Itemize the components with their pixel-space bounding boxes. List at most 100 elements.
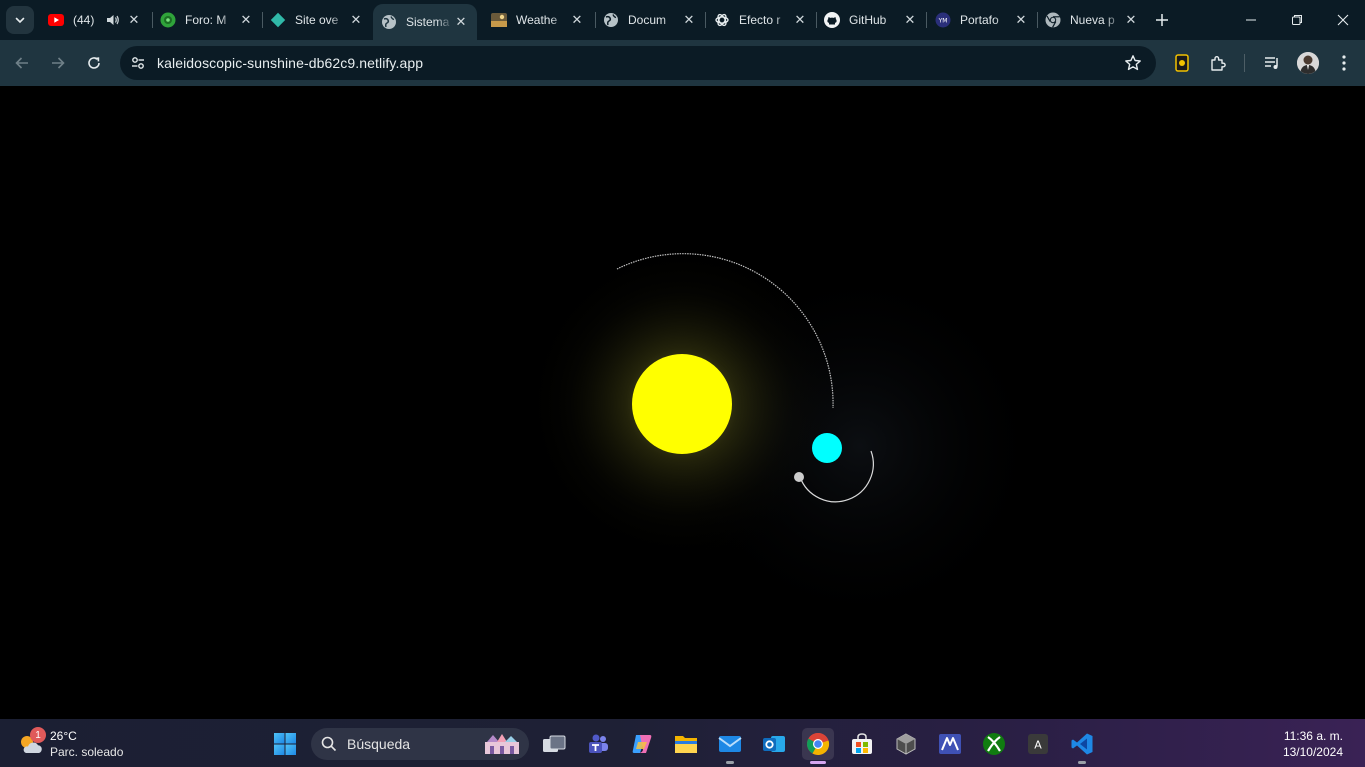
reload-button[interactable] — [80, 49, 108, 77]
active-indicator — [810, 761, 826, 764]
moon — [794, 472, 804, 482]
outlook-icon — [763, 736, 785, 752]
tab-efecto[interactable]: Efecto r ✕ — [706, 4, 816, 36]
tab-nueva[interactable]: Nueva p ✕ — [1037, 4, 1147, 36]
chatgpt-icon — [714, 12, 730, 28]
weather-description: Parc. soleado — [50, 745, 124, 759]
taskbar-search-box[interactable]: Búsqueda — [311, 728, 529, 760]
back-button[interactable] — [8, 49, 36, 77]
close-icon[interactable]: ✕ — [792, 12, 808, 28]
task-view-icon — [543, 735, 566, 752]
chrome-taskbar-button[interactable] — [802, 728, 834, 760]
store-icon — [852, 733, 872, 754]
tab-weather[interactable]: Weathe ✕ — [483, 4, 593, 36]
file-explorer-button[interactable] — [670, 728, 702, 760]
tab-search-button[interactable] — [6, 6, 34, 34]
tab-title: Portafo — [960, 13, 999, 27]
clock-time: 11:36 a. m. — [1283, 729, 1343, 743]
close-window-button[interactable] — [1320, 0, 1365, 40]
teams-button[interactable] — [582, 728, 614, 760]
globe-icon — [381, 14, 397, 30]
close-icon[interactable]: ✕ — [1013, 12, 1029, 28]
tab-title: GitHub — [849, 13, 887, 27]
font-app-button[interactable]: A — [1022, 728, 1054, 760]
tab-docum[interactable]: Docum ✕ — [595, 4, 705, 36]
browser-toolbar: kaleidoscopic-sunshine-db62c9.netlify.ap… — [0, 40, 1365, 86]
close-icon[interactable]: ✕ — [681, 12, 697, 28]
xbox-button[interactable] — [978, 728, 1010, 760]
xbox-icon — [983, 733, 1005, 755]
tab-title: Sistema — [406, 15, 450, 29]
running-indicator — [726, 761, 734, 764]
svg-text:A: A — [1034, 739, 1042, 752]
tab-github[interactable]: GitHub ✕ — [816, 4, 926, 36]
mail-button[interactable] — [714, 728, 746, 760]
task-view-button[interactable] — [538, 728, 570, 760]
tab-netlify[interactable]: Site ove ✕ — [262, 4, 372, 36]
tab-sistema-active[interactable]: Sistema ✕ — [373, 4, 477, 40]
github-icon — [824, 12, 840, 28]
tab-title: Efecto r — [739, 13, 781, 27]
close-icon[interactable]: ✕ — [238, 12, 254, 28]
vscode-icon — [1071, 733, 1093, 755]
tab-title: Site ove — [295, 13, 339, 27]
weather-thumb-icon — [491, 12, 507, 28]
globe-icon — [603, 12, 619, 28]
close-icon[interactable]: ✕ — [348, 12, 364, 28]
restore-icon — [1292, 15, 1302, 25]
search-placeholder: Búsqueda — [347, 736, 411, 752]
system-clock[interactable]: 11:36 a. m. 13/10/2024 — [1283, 728, 1343, 760]
tab-portafolio[interactable]: YM Portafo ✕ — [927, 4, 1037, 36]
toolbar-separator — [1244, 54, 1245, 72]
vscode-button[interactable] — [1066, 728, 1098, 760]
ms-app-button[interactable] — [934, 728, 966, 760]
chrome-icon — [1045, 12, 1061, 28]
windows-start-icon[interactable] — [273, 732, 297, 756]
close-icon[interactable]: ✕ — [1123, 12, 1139, 28]
outlook-button[interactable] — [758, 728, 790, 760]
cube-app-button[interactable] — [890, 728, 922, 760]
site-info-button[interactable] — [126, 51, 150, 75]
weather-temperature: 26°C — [50, 729, 77, 743]
extensions-puzzle-icon[interactable] — [1206, 51, 1230, 75]
netlify-icon — [270, 12, 286, 28]
url-text[interactable]: kaleidoscopic-sunshine-db62c9.netlify.ap… — [157, 55, 423, 71]
teams-icon — [589, 734, 608, 753]
minimize-button[interactable] — [1228, 0, 1274, 40]
tab-youtube[interactable]: (44) ✕ — [40, 4, 150, 36]
close-icon[interactable]: ✕ — [126, 12, 142, 28]
star-icon[interactable] — [1124, 54, 1142, 72]
chrome-icon — [807, 732, 830, 756]
font-icon: A — [1028, 734, 1048, 754]
tab-title: Weathe — [516, 13, 558, 27]
close-icon[interactable]: ✕ — [569, 12, 585, 28]
forum-icon — [160, 12, 176, 28]
address-bar[interactable]: kaleidoscopic-sunshine-db62c9.netlify.ap… — [120, 46, 1156, 80]
forward-button[interactable] — [44, 49, 72, 77]
tab-strip: (44) ✕ Foro: M ✕ Site ove ✕ Sistema ✕ We… — [0, 0, 1365, 40]
restore-button[interactable] — [1274, 0, 1320, 40]
close-icon[interactable]: ✕ — [453, 14, 469, 30]
close-icon — [1337, 14, 1349, 26]
extension-icon[interactable] — [1170, 51, 1194, 75]
running-indicator — [1078, 761, 1086, 764]
clock-date: 13/10/2024 — [1282, 745, 1343, 759]
profile-avatar[interactable] — [1297, 52, 1319, 74]
new-tab-button[interactable] — [1150, 8, 1174, 32]
arrow-left-icon — [15, 57, 28, 69]
windows-taskbar: 1 26°C Parc. soleado Búsqueda A 11:36 a.… — [0, 719, 1365, 767]
tab-forum[interactable]: Foro: M ✕ — [152, 4, 262, 36]
portfolio-icon: YM — [935, 12, 951, 28]
search-icon — [321, 736, 337, 752]
minimize-icon — [1246, 19, 1256, 21]
speaker-icon[interactable] — [106, 13, 120, 27]
arrow-right-icon — [52, 57, 65, 69]
tune-icon — [132, 57, 144, 69]
close-icon[interactable]: ✕ — [902, 12, 918, 28]
media-control-icon[interactable] — [1260, 51, 1284, 75]
store-button[interactable] — [846, 728, 878, 760]
menu-kebab-icon[interactable] — [1332, 51, 1356, 75]
notification-badge: 1 — [30, 727, 46, 743]
sun — [632, 354, 732, 454]
copilot-button[interactable] — [626, 728, 658, 760]
